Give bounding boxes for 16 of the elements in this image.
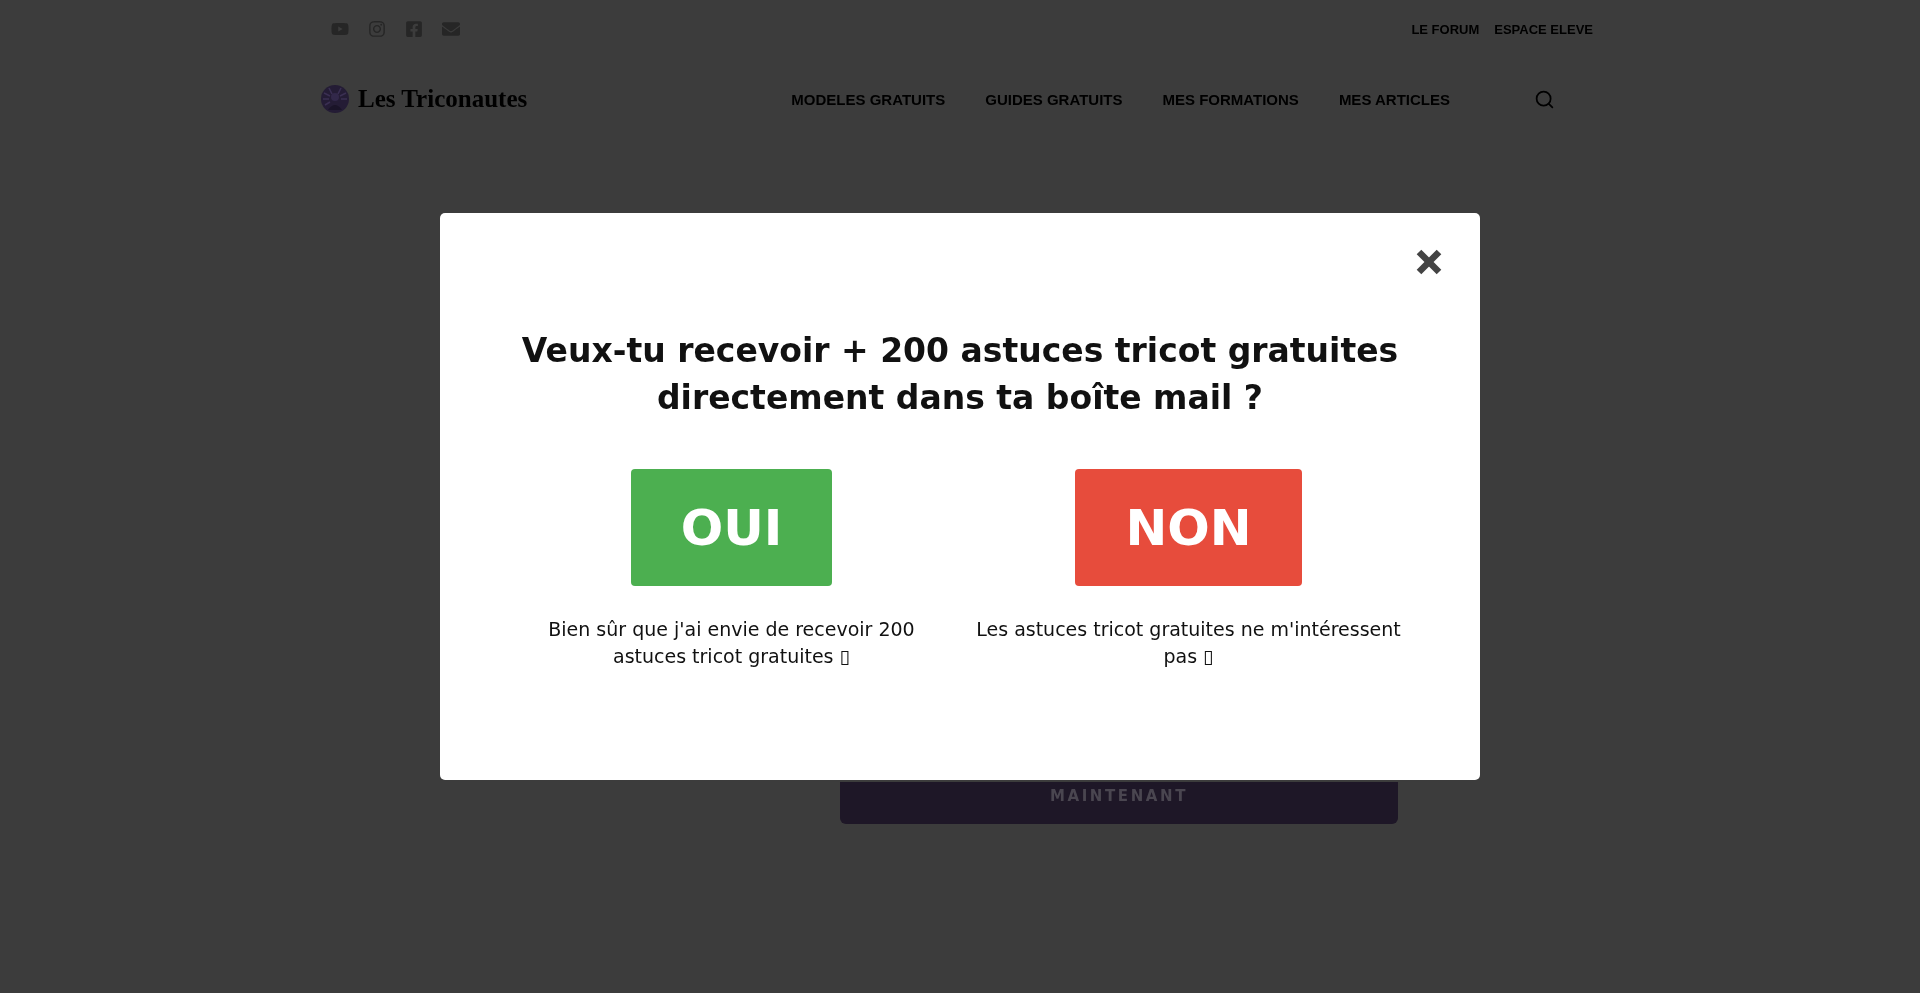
- top-link[interactable]: LE FORUM: [1411, 21, 1480, 37]
- nav-link[interactable]: MODELES GRATUITS: [791, 90, 946, 108]
- close-button[interactable]: [1414, 247, 1444, 277]
- yes-button[interactable]: OUI: [630, 469, 833, 586]
- logo-icon: [320, 84, 350, 114]
- nav-link[interactable]: MES ARTICLES: [1338, 90, 1450, 108]
- choice-description: Bien sûr que j'ai envie de recevoir 200 astuces tricot gratuites ▯: [547, 617, 916, 669]
- choice-description: Les astuces tricot gratuites ne m'intéressent pas ▯: [975, 617, 1402, 669]
- top-link[interactable]: ESPACE ELEVE: [1494, 21, 1593, 37]
- popup-title: Veux-tu recevoir + 200 astuces tricot gratuites directement dans ta boîte mail ?: [520, 330, 1400, 419]
- close-icon: [1414, 247, 1444, 277]
- nav-link[interactable]: MES FORMATIONS: [1162, 90, 1299, 108]
- site-logo-text[interactable]: Les Triconautes: [358, 85, 528, 113]
- no-button[interactable]: NON: [1075, 469, 1302, 586]
- search-icon[interactable]: [1534, 88, 1555, 110]
- nav-link[interactable]: GUIDES GRATUITS: [985, 90, 1123, 108]
